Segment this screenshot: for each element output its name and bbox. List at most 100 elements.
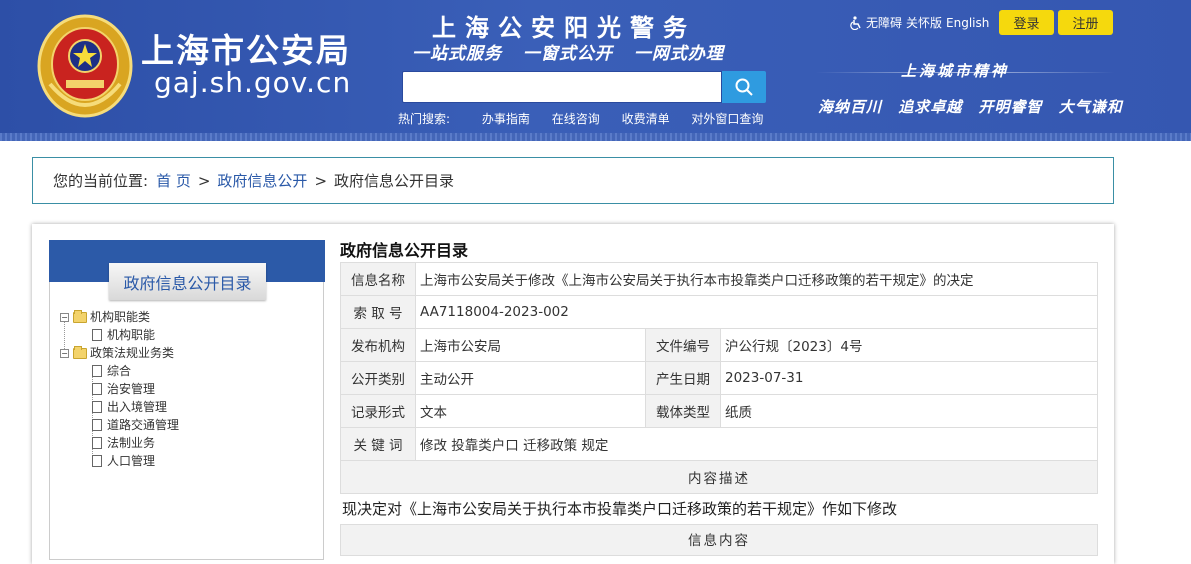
police-emblem-icon[interactable]: [36, 14, 134, 118]
keywords-value: 修改 投靠类户口 迁移政策 规定: [415, 427, 1098, 461]
tree-leaf-label: 道路交通管理: [107, 418, 180, 432]
tree-leaf-label: 人口管理: [107, 454, 156, 468]
tree-leaf-population[interactable]: 人口管理: [60, 452, 179, 470]
collapse-icon[interactable]: −: [60, 312, 69, 322]
search-input[interactable]: [402, 71, 722, 103]
tree-leaf-label: 治安管理: [107, 382, 156, 396]
table-row: 信息名称 上海市公安局关于修改《上海市公安局关于执行本市投靠类户口迁移政策的若干…: [340, 262, 1098, 296]
publisher-value: 上海市公安局: [415, 328, 646, 362]
content-title: 政府信息公开目录: [340, 241, 469, 260]
tree-leaf-general[interactable]: 综合: [60, 362, 179, 380]
login-button[interactable]: 登录: [999, 10, 1054, 35]
site-title[interactable]: 上海市公安局: [141, 24, 351, 72]
hot-search: 热门搜索: 办事指南 在线咨询 收费清单 对外窗口查询: [398, 110, 781, 127]
document-icon: [92, 455, 102, 467]
tree-leaf-label: 法制业务: [107, 436, 156, 450]
document-icon: [92, 365, 102, 377]
tree-node-label: 机构职能类: [90, 310, 151, 324]
tree-leaf-label: 出入境管理: [107, 400, 168, 414]
city-word: 海纳百川: [818, 98, 883, 116]
category-tree: − 机构职能类 机构职能 − 政策法规业务类 综合 治安管理 出入境管理 道路交…: [60, 308, 179, 470]
tree-leaf-label: 机构职能: [107, 328, 156, 342]
site-header: 上海市公安局 gaj.sh.gov.cn 上海公安阳光警务 一站式服务 一窗式公…: [0, 0, 1191, 141]
breadcrumb-home[interactable]: 首 页: [156, 170, 191, 191]
document-icon: [92, 437, 102, 449]
field-label: 记录形式: [340, 394, 416, 428]
table-row: 索 取 号 AA7118004-2023-002: [340, 295, 1098, 329]
field-label: 公开类别: [340, 361, 416, 395]
sidebar-title[interactable]: 政府信息公开目录: [109, 263, 266, 300]
city-spirit-title: 上海城市精神: [901, 62, 1010, 80]
tree-node-label: 政策法规业务类: [90, 346, 175, 360]
hot-link-window[interactable]: 对外窗口查询: [691, 112, 763, 126]
breadcrumb: 您的当前位置: 首 页 > 政府信息公开 > 政府信息公开目录: [32, 157, 1114, 204]
top-links: 无障碍 关怀版 English: [850, 14, 989, 31]
register-button[interactable]: 注册: [1058, 10, 1113, 35]
info-name-value: 上海市公安局关于修改《上海市公安局关于执行本市投靠类户口迁移政策的若干规定》的决…: [415, 262, 1098, 296]
slogan-item: 一站式服务: [412, 44, 502, 64]
category-value: 主动公开: [415, 361, 646, 395]
city-word: 追求卓越: [898, 98, 963, 116]
english-link[interactable]: English: [946, 16, 989, 30]
care-version-link[interactable]: 关怀版: [906, 14, 942, 31]
date-value: 2023-07-31: [720, 361, 1098, 395]
doc-no-value: 沪公行规〔2023〕4号: [720, 328, 1098, 362]
breadcrumb-gov-info[interactable]: 政府信息公开: [217, 170, 307, 191]
city-word: 大气谦和: [1058, 98, 1123, 116]
content-area: 政府信息公开目录 信息名称 上海市公安局关于修改《上海市公安局关于执行本市投靠类…: [340, 240, 1100, 556]
city-word: 开明睿智: [978, 98, 1043, 116]
description-text: 现决定对《上海市公安局关于执行本市投靠类户口迁移政策的若干规定》作如下修改: [342, 500, 898, 518]
tree-node-org-functions[interactable]: − 机构职能类: [60, 308, 179, 326]
tree-leaf-entry-exit[interactable]: 出入境管理: [60, 398, 179, 416]
accessibility-link[interactable]: 无障碍: [866, 14, 902, 31]
field-label: 载体类型: [645, 394, 721, 428]
slogan-main: 上海公安阳光警务: [432, 13, 696, 42]
hot-link-consult[interactable]: 在线咨询: [552, 112, 600, 126]
tree-leaf-org-function[interactable]: 机构职能: [60, 326, 179, 344]
field-label: 索 取 号: [340, 295, 416, 329]
field-label: 发布机构: [340, 328, 416, 362]
folder-open-icon: [73, 309, 87, 323]
index-value: AA7118004-2023-002: [415, 295, 1098, 329]
hot-link-fees[interactable]: 收费清单: [622, 112, 670, 126]
breadcrumb-current: 政府信息公开目录: [334, 172, 455, 190]
collapse-icon[interactable]: −: [60, 348, 69, 358]
carrier-value: 纸质: [720, 394, 1098, 428]
table-row: 记录形式 文本 载体类型 纸质: [340, 394, 1098, 428]
table-row: 关 键 词 修改 投靠类户口 迁移政策 规定: [340, 427, 1098, 461]
info-table: 信息名称 上海市公安局关于修改《上海市公安局关于执行本市投靠类户口迁移政策的若干…: [340, 262, 1098, 494]
tree-node-policy[interactable]: − 政策法规业务类: [60, 344, 179, 362]
slogan-item: 一网式办理: [633, 44, 724, 64]
table-row: 公开类别 主动公开 产生日期 2023-07-31: [340, 361, 1098, 395]
folder-open-icon: [73, 345, 87, 359]
site-url[interactable]: gaj.sh.gov.cn: [154, 66, 351, 99]
hot-search-label: 热门搜索:: [398, 112, 451, 126]
document-icon: [92, 419, 102, 431]
search-button[interactable]: [722, 71, 766, 103]
table-row: 发布机构 上海市公安局 文件编号 沪公行规〔2023〕4号: [340, 328, 1098, 362]
document-icon: [92, 329, 102, 341]
format-value: 文本: [415, 394, 646, 428]
field-label: 文件编号: [645, 328, 721, 362]
table-row: 内容描述: [340, 460, 1098, 494]
accessibility-icon[interactable]: [850, 15, 862, 30]
slogan-sub: 一站式服务 一窗式公开 一网式办理: [412, 39, 738, 64]
description-section-header: 内容描述: [340, 460, 1098, 494]
breadcrumb-prefix: 您的当前位置:: [53, 172, 149, 190]
field-label: 信息名称: [340, 262, 416, 296]
tree-leaf-traffic[interactable]: 道路交通管理: [60, 416, 179, 434]
main-panel: 政府信息公开目录 − 机构职能类 机构职能 − 政策法规业务类 综合 治安管理 …: [32, 224, 1114, 564]
tree-leaf-public-security[interactable]: 治安管理: [60, 380, 179, 398]
field-label: 产生日期: [645, 361, 721, 395]
breadcrumb-separator: >: [314, 171, 328, 190]
document-icon: [92, 383, 102, 395]
breadcrumb-separator: >: [197, 171, 211, 190]
sidebar: 政府信息公开目录 − 机构职能类 机构职能 − 政策法规业务类 综合 治安管理 …: [49, 240, 325, 560]
field-label: 关 键 词: [340, 427, 416, 461]
slogan-item: 一窗式公开: [522, 44, 613, 64]
tree-leaf-label: 综合: [107, 364, 132, 378]
tree-leaf-legal[interactable]: 法制业务: [60, 434, 179, 452]
search-icon: [735, 78, 753, 96]
city-spirit-words: 海纳百川 追求卓越 开明睿智 大气谦和: [818, 96, 1133, 117]
hot-link-guide[interactable]: 办事指南: [482, 112, 530, 126]
